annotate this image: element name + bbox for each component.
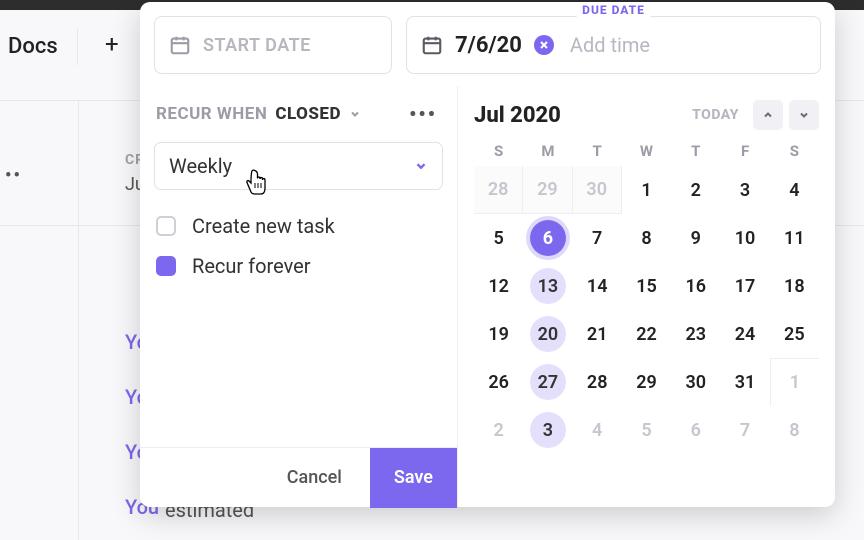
calendar-day[interactable]: 3 [720, 166, 769, 214]
calendar-day[interactable]: 9 [671, 214, 720, 262]
due-date-field[interactable]: DUE DATE 7/6/20 Add time [406, 16, 821, 74]
calendar-day[interactable]: 19 [474, 310, 523, 358]
calendar-day[interactable]: 26 [474, 358, 523, 406]
popover-date-row: START DATE DUE DATE 7/6/20 Add time [140, 2, 835, 86]
add-time-button[interactable]: Add time [570, 33, 650, 57]
calendar-dow: W [622, 142, 671, 160]
calendar-dow: S [770, 142, 819, 160]
popover-body: RECUR WHEN CLOSED ••• Weekly Create new … [140, 86, 835, 507]
calendar-dow: M [523, 142, 572, 160]
create-new-task-row: Create new task [154, 206, 443, 246]
calendar-day[interactable]: 2 [474, 406, 523, 454]
recur-forever-label: Recur forever [192, 254, 311, 278]
calendar-day[interactable]: 2 [671, 166, 720, 214]
calendar-day[interactable]: 7 [573, 214, 622, 262]
calendar-dow: T [671, 142, 720, 160]
bg-add-icon: + [105, 30, 119, 58]
calendar-month-label: Jul 2020 [474, 103, 561, 128]
recur-forever-checkbox[interactable] [156, 256, 176, 276]
prev-month-button[interactable] [753, 100, 783, 130]
recur-when-label: RECUR WHEN [156, 104, 267, 124]
calendar-day[interactable]: 4 [770, 166, 819, 214]
bg-more-icon: •• [5, 165, 22, 186]
calendar-day[interactable]: 20 [523, 310, 572, 358]
calendar-dow: F [720, 142, 769, 160]
recurrence-panel: RECUR WHEN CLOSED ••• Weekly Create new … [140, 86, 458, 507]
calendar-day[interactable]: 15 [622, 262, 671, 310]
calendar-day[interactable]: 30 [671, 358, 720, 406]
create-new-task-checkbox[interactable] [156, 216, 176, 236]
next-month-button[interactable] [789, 100, 819, 130]
recur-forever-row: Recur forever [154, 246, 443, 286]
calendar-header: Jul 2020 TODAY [474, 100, 819, 130]
calendar-dow: T [573, 142, 622, 160]
calendar-day[interactable]: 12 [474, 262, 523, 310]
calendar-dow-row: SMTWTFS [474, 142, 819, 160]
clear-due-date-button[interactable] [534, 35, 554, 55]
save-button[interactable]: Save [370, 448, 457, 508]
calendar-day[interactable]: 10 [720, 214, 769, 262]
calendar-day[interactable]: 5 [622, 406, 671, 454]
chevron-down-icon[interactable] [349, 108, 361, 120]
calendar-day[interactable]: 28 [474, 166, 523, 214]
frequency-select[interactable]: Weekly [154, 142, 443, 190]
popover-footer: Cancel Save [140, 447, 457, 507]
calendar-day[interactable]: 6 [671, 406, 720, 454]
calendar-day[interactable]: 4 [573, 406, 622, 454]
calendar-day[interactable]: 8 [622, 214, 671, 262]
calendar-grid: 2829301234567891011121314151617181920212… [474, 166, 819, 454]
calendar-day[interactable]: 17 [720, 262, 769, 310]
calendar-day[interactable]: 1 [622, 166, 671, 214]
calendar-icon [421, 34, 443, 56]
calendar-day[interactable]: 24 [720, 310, 769, 358]
date-recurrence-popover: START DATE DUE DATE 7/6/20 Add time RECU… [140, 2, 835, 507]
start-date-field[interactable]: START DATE [154, 16, 392, 74]
create-new-task-label: Create new task [192, 214, 335, 238]
calendar-day[interactable]: 7 [720, 406, 769, 454]
calendar-day[interactable]: 27 [523, 358, 572, 406]
calendar-day[interactable]: 25 [770, 310, 819, 358]
start-date-placeholder: START DATE [203, 35, 311, 56]
calendar-day[interactable]: 23 [671, 310, 720, 358]
calendar-day[interactable]: 29 [523, 166, 572, 214]
calendar-day[interactable]: 22 [622, 310, 671, 358]
calendar-day[interactable]: 1 [770, 358, 819, 406]
calendar-day[interactable]: 29 [622, 358, 671, 406]
more-options-button[interactable]: ••• [405, 100, 441, 128]
calendar-day[interactable]: 30 [573, 166, 622, 214]
bg-left-border [78, 100, 79, 540]
cancel-button[interactable]: Cancel [269, 455, 360, 500]
calendar-day[interactable]: 6 [523, 214, 572, 262]
due-date-label: DUE DATE [576, 3, 651, 17]
due-date-value: 7/6/20 [455, 33, 522, 58]
today-button[interactable]: TODAY [692, 107, 739, 123]
calendar-day[interactable]: 11 [770, 214, 819, 262]
calendar-dow: S [474, 142, 523, 160]
calendar-day[interactable]: 5 [474, 214, 523, 262]
calendar-day[interactable]: 21 [573, 310, 622, 358]
calendar-day[interactable]: 16 [671, 262, 720, 310]
recur-trigger-row: RECUR WHEN CLOSED ••• [156, 100, 441, 128]
calendar-panel: Jul 2020 TODAY SMTWTFS 28293012345678910… [458, 86, 835, 507]
frequency-value: Weekly [169, 154, 232, 178]
calendar-day[interactable]: 18 [770, 262, 819, 310]
calendar-day[interactable]: 8 [770, 406, 819, 454]
calendar-day[interactable]: 28 [573, 358, 622, 406]
calendar-day[interactable]: 31 [720, 358, 769, 406]
calendar-day[interactable]: 3 [523, 406, 572, 454]
calendar-day[interactable]: 14 [573, 262, 622, 310]
bg-docs-label: Docs [0, 28, 78, 65]
calendar-day[interactable]: 13 [523, 262, 572, 310]
chevron-down-icon [414, 159, 428, 173]
calendar-icon [169, 34, 191, 56]
recur-trigger-value[interactable]: CLOSED [275, 104, 341, 124]
